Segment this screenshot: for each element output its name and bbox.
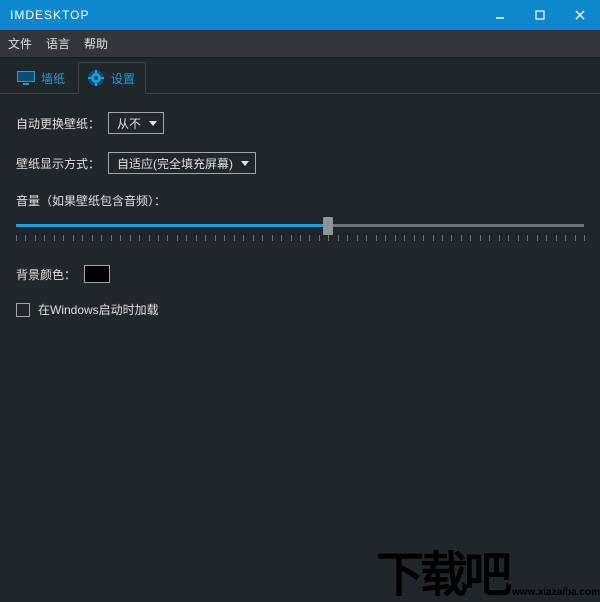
title-bar: IMDESKTOP bbox=[0, 0, 600, 30]
chevron-down-icon bbox=[241, 161, 249, 166]
volume-slider[interactable] bbox=[16, 219, 584, 233]
tab-settings-label: 设置 bbox=[111, 70, 135, 87]
bg-color-picker[interactable] bbox=[84, 265, 110, 283]
gear-icon bbox=[87, 69, 105, 87]
maximize-button[interactable] bbox=[520, 0, 560, 30]
tab-wallpaper[interactable]: 墙纸 bbox=[8, 62, 76, 94]
tab-wallpaper-label: 墙纸 bbox=[41, 70, 65, 87]
menu-bar: 文件 语言 帮助 bbox=[0, 30, 600, 58]
watermark-text: 下载吧 bbox=[376, 552, 508, 600]
tab-settings[interactable]: 设置 bbox=[78, 62, 146, 94]
minimize-button[interactable] bbox=[480, 0, 520, 30]
startup-label: 在Windows启动时加载 bbox=[38, 301, 159, 318]
bg-color-label: 背景颜色： bbox=[16, 266, 76, 283]
slider-ticks bbox=[16, 235, 584, 243]
volume-label: 音量（如果壁纸包含音频）： bbox=[16, 192, 166, 209]
menu-help[interactable]: 帮助 bbox=[84, 35, 108, 52]
monitor-icon bbox=[17, 69, 35, 87]
menu-language[interactable]: 语言 bbox=[46, 35, 70, 52]
auto-change-label: 自动更换壁纸： bbox=[16, 115, 100, 132]
close-button[interactable] bbox=[560, 0, 600, 30]
display-mode-select[interactable]: 自适应(完全填充屏幕) bbox=[108, 152, 256, 174]
tab-bar: 墙纸 设置 bbox=[0, 58, 600, 94]
settings-panel: 自动更换壁纸： 从不 壁纸显示方式： 自适应(完全填充屏幕) 音量（如果壁纸包含… bbox=[0, 94, 600, 354]
watermark-url: www.xiazaiba.com bbox=[512, 588, 600, 598]
watermark: 下载吧 www.xiazaiba.com bbox=[376, 552, 600, 600]
app-title: IMDESKTOP bbox=[10, 8, 89, 22]
startup-checkbox[interactable] bbox=[16, 303, 30, 317]
chevron-down-icon bbox=[149, 121, 157, 126]
auto-change-select[interactable]: 从不 bbox=[108, 112, 164, 134]
auto-change-value: 从不 bbox=[117, 115, 141, 132]
display-mode-value: 自适应(完全填充屏幕) bbox=[117, 155, 233, 172]
menu-file[interactable]: 文件 bbox=[8, 35, 32, 52]
display-mode-label: 壁纸显示方式： bbox=[16, 155, 100, 172]
